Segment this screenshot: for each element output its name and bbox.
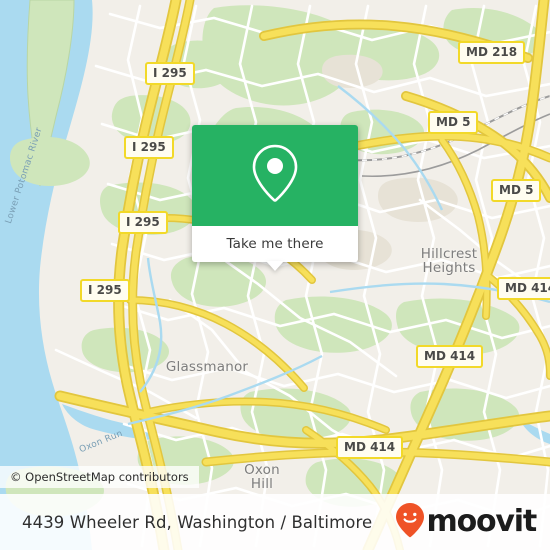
attribution-text: © OpenStreetMap contributors: [10, 470, 189, 484]
road-shield-md414: MD 414: [416, 345, 484, 368]
location-popup-card[interactable]: Take me there: [192, 125, 358, 271]
road-shield-i295: I 295: [118, 211, 168, 234]
map-canvas[interactable]: Hillcrest Heights Glassmanor Oxon Hill Low…: [0, 0, 550, 550]
road-shield-i295: I 295: [145, 62, 195, 85]
footer-bar: 4439 Wheeler Rd, Washington / Baltimore …: [0, 494, 550, 550]
location-pin-icon: [247, 142, 303, 209]
popup-action-bar[interactable]: Take me there: [192, 226, 358, 262]
road-shield-md218: MD 218: [458, 41, 526, 64]
road-shield-i295: I 295: [124, 136, 174, 159]
road-shield-md5: MD 5: [491, 179, 542, 202]
osm-attribution[interactable]: © OpenStreetMap contributors: [0, 466, 199, 488]
popup-pointer-tail: [266, 261, 284, 271]
popup-image-panel: [192, 125, 358, 226]
moovit-wordmark: moovit: [426, 504, 538, 539]
road-shield-md414: MD 414: [497, 277, 550, 300]
road-shield-md414: MD 414: [336, 436, 404, 459]
map-screenshot: Hillcrest Heights Glassmanor Oxon Hill Low…: [0, 0, 550, 550]
take-me-there-label: Take me there: [226, 236, 324, 252]
moovit-smiley-pin-icon: [395, 502, 425, 543]
road-shield-md5: MD 5: [428, 111, 479, 134]
moovit-logo[interactable]: moovit: [395, 502, 538, 543]
road-shield-i295: I 295: [80, 279, 130, 302]
address-label: 4439 Wheeler Rd, Washington / Baltimore: [22, 512, 373, 532]
